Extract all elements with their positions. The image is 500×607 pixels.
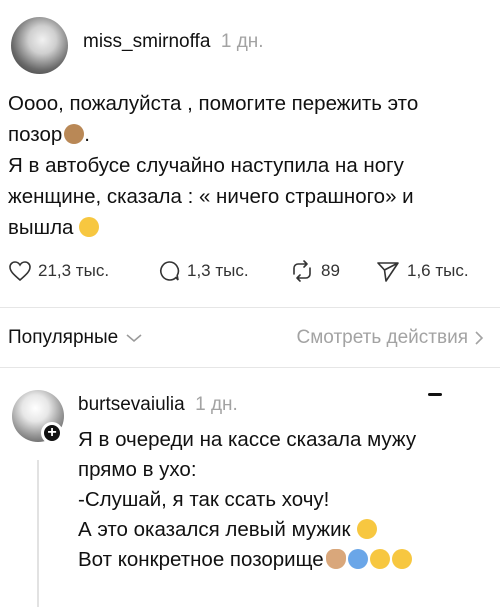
post-line: вышла [8, 212, 488, 243]
share-button[interactable]: 1,6 тыс. [375, 258, 469, 284]
reply-header: burtsevaiulia 1 дн. [78, 394, 238, 416]
reply-time: 1 дн. [195, 394, 238, 415]
melting-face-icon [79, 217, 100, 237]
reply-username[interactable]: burtsevaiulia [78, 394, 185, 415]
send-icon [377, 262, 399, 282]
post-line: Оооо, пожалуйста , помогите пережить это [8, 92, 419, 115]
chevron-down-icon [126, 334, 142, 343]
like-count: 21,3 тыс. [38, 261, 110, 280]
reply-line: Вот конкретное позорище [78, 545, 488, 575]
repost-button[interactable]: 89 [289, 258, 340, 284]
reply-line: -Слушай, я так ссать хочу! [78, 488, 330, 511]
tears-of-joy-icon [369, 549, 390, 569]
thread-line [37, 460, 39, 607]
heart-icon [9, 261, 31, 282]
post-line: женщине, сказала : « ничего страшного» и [8, 185, 414, 208]
post-time: 1 дн. [220, 31, 264, 52]
reply-line: А это оказался левый мужик [78, 515, 488, 545]
repost-icon [293, 260, 311, 282]
comment-button[interactable]: 1,3 тыс. [157, 258, 249, 284]
reply-line: Я в очереди на кассе сказала мужу [78, 428, 417, 451]
repost-count: 89 [321, 261, 340, 280]
loudly-crying-icon [347, 549, 368, 569]
avatar[interactable] [11, 17, 68, 74]
post-line: Я в автобусе случайно наступила на ногу [8, 154, 404, 177]
post-line: позор. [8, 123, 90, 146]
follow-plus-icon[interactable]: + [41, 422, 63, 444]
facepalm-icon [325, 549, 346, 569]
sort-label: Популярные [8, 327, 119, 348]
tears-of-joy-icon [356, 519, 377, 539]
post-username[interactable]: miss_smirnoffa [83, 31, 210, 52]
see-actions-label: Смотреть действия [296, 327, 468, 348]
comment-icon [160, 261, 180, 281]
reply-body: Я в очереди на кассе сказала мужу прямо … [78, 425, 488, 575]
divider [0, 307, 500, 308]
share-count: 1,6 тыс. [407, 261, 469, 280]
divider [0, 367, 500, 368]
like-button[interactable]: 21,3 тыс. [8, 258, 109, 284]
sort-dropdown[interactable]: Популярные [8, 327, 145, 349]
grinning-squinting-icon [391, 549, 412, 569]
chevron-right-icon [475, 331, 484, 345]
more-options-icon[interactable] [428, 393, 442, 396]
post-body: Оооо, пожалуйста , помогите пережить это… [8, 88, 488, 243]
see-actions-link[interactable]: Смотреть действия [297, 327, 486, 349]
comment-count: 1,3 тыс. [187, 261, 249, 280]
post-header: miss_smirnoffa 1 дн. [83, 31, 264, 53]
see-no-evil-monkey-icon [64, 124, 85, 144]
reply-line: прямо в ухо: [78, 458, 197, 481]
